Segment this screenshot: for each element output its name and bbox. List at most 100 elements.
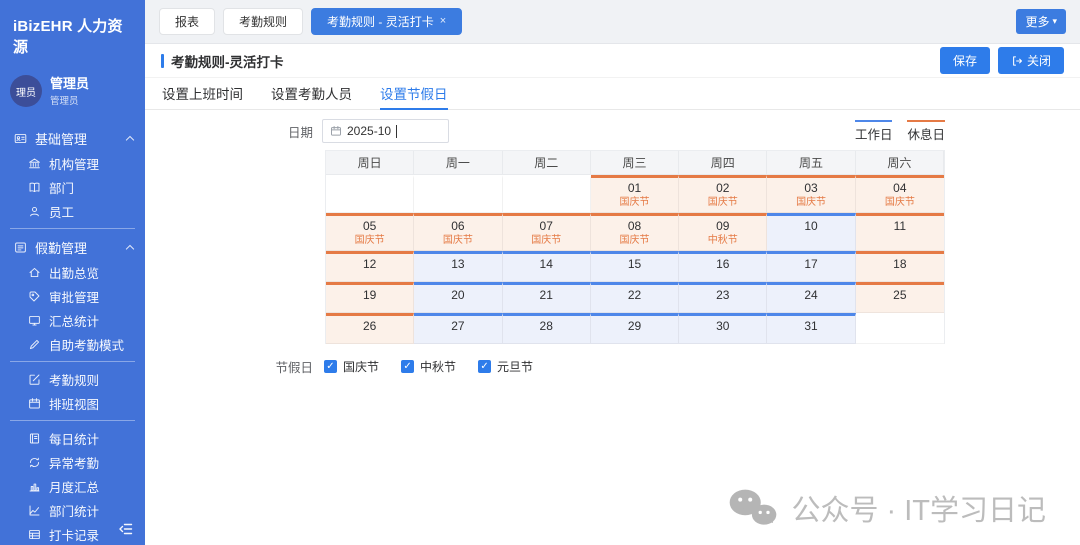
calendar-cell[interactable]: 11 [856, 213, 944, 251]
calendar-cell[interactable]: 14 [503, 251, 591, 282]
main-area: 报表 考勤规则考勤规则 - 灵活打卡× 更多 ▾ 考勤规则-灵活打卡 保存 关闭 [145, 0, 1080, 545]
sidebar-group-0[interactable]: 基础管理 [0, 125, 145, 151]
window-tabstrip: 报表 考勤规则考勤规则 - 灵活打卡× 更多 ▾ [145, 0, 1080, 44]
sidebar-item-15[interactable]: 异常考勤 [0, 450, 145, 474]
watermark: 公众号 · IT学习日记 [727, 487, 1046, 529]
detail-header: 考勤规则-灵活打卡 保存 关闭 [145, 44, 1080, 78]
calendar-cell[interactable]: 20 [414, 282, 502, 313]
calendar-cell[interactable]: 30 [679, 313, 767, 344]
sidebar-item-7[interactable]: 审批管理 [0, 284, 145, 308]
window-tab-1[interactable]: 考勤规则 [223, 8, 303, 35]
calendar-cell[interactable]: 24 [767, 282, 855, 313]
calendar-cell[interactable]: 29 [591, 313, 679, 344]
checkbox-icon[interactable]: ✓ [324, 360, 337, 373]
day-number: 24 [804, 289, 817, 302]
calendar-cell[interactable]: 04国庆节 [856, 175, 944, 213]
holiday-calendar: 周日周一周二周三周四周五周六01国庆节02国庆节03国庆节04国庆节05国庆节0… [325, 150, 945, 344]
sidebar-item-1[interactable]: 机构管理 [0, 151, 145, 175]
sidebar-item-12[interactable]: 排班视图 [0, 391, 145, 415]
sidebar-item-17[interactable]: 部门统计 [0, 498, 145, 522]
sidebar-divider [10, 361, 135, 362]
calendar-cell[interactable]: 26 [326, 313, 414, 344]
calendar-cell[interactable]: 15 [591, 251, 679, 282]
day-number: 15 [628, 258, 641, 271]
detail-tab-0[interactable]: 设置上班时间 [162, 78, 243, 110]
calendar-cell[interactable]: 25 [856, 282, 944, 313]
holiday-checkbox[interactable]: ✓元旦节 [478, 358, 533, 375]
calendar-cell[interactable]: 16 [679, 251, 767, 282]
close-button[interactable]: 关闭 [998, 47, 1064, 74]
legend-workday[interactable]: 工作日 [855, 120, 893, 143]
calendar-cell[interactable]: 13 [414, 251, 502, 282]
window-tab-0[interactable]: 报表 [159, 8, 215, 35]
window-tab-2[interactable]: 考勤规则 - 灵活打卡× [311, 8, 462, 35]
tag-icon [28, 290, 41, 303]
sidebar-label: 汇总统计 [49, 311, 99, 330]
calendar-cell[interactable]: 01国庆节 [591, 175, 679, 213]
checkbox-icon[interactable]: ✓ [401, 360, 414, 373]
day-number: 11 [894, 220, 906, 233]
calendar-cell[interactable]: 18 [856, 251, 944, 282]
sidebar-label: 月度汇总 [49, 477, 99, 496]
holiday-checkbox-label: 中秋节 [420, 358, 456, 375]
detail-tab-1[interactable]: 设置考勤人员 [271, 78, 352, 110]
sidebar-item-16[interactable]: 月度汇总 [0, 474, 145, 498]
calendar-cell[interactable]: 05国庆节 [326, 213, 414, 251]
window-tabs: 报表 考勤规则考勤规则 - 灵活打卡× [159, 8, 462, 35]
calendar-cell [856, 313, 944, 344]
sidebar-divider [10, 420, 135, 421]
header-actions: 保存 关闭 [940, 47, 1064, 74]
calendar-cell[interactable]: 21 [503, 282, 591, 313]
calendar-cell [503, 175, 591, 213]
sidebar-group-5[interactable]: 假勤管理 [0, 234, 145, 260]
holiday-checkbox[interactable]: ✓国庆节 [324, 358, 379, 375]
sidebar-item-14[interactable]: 每日统计 [0, 426, 145, 450]
sidebar-item-3[interactable]: 员工 [0, 199, 145, 223]
calendar-cell[interactable]: 22 [591, 282, 679, 313]
day-number: 12 [363, 258, 376, 271]
calendar-cell[interactable]: 31 [767, 313, 855, 344]
checkbox-icon[interactable]: ✓ [478, 360, 491, 373]
save-button[interactable]: 保存 [940, 47, 990, 74]
detail-tab-2[interactable]: 设置节假日 [380, 78, 448, 110]
sidebar-item-11[interactable]: 考勤规则 [0, 367, 145, 391]
app-root: iBizEHR 人力资源 理员 管理员 管理员 基础管理机构管理部门员工假勤管理… [0, 0, 1080, 545]
sidebar-item-8[interactable]: 汇总统计 [0, 308, 145, 332]
sidebar-collapse-icon[interactable] [118, 521, 136, 539]
user-role: 管理员 [50, 93, 89, 107]
legend-restday[interactable]: 休息日 [907, 120, 945, 143]
calendar-cell[interactable]: 12 [326, 251, 414, 282]
calendar-cell[interactable]: 27 [414, 313, 502, 344]
calendar-cell[interactable]: 09中秋节 [679, 213, 767, 251]
sidebar-item-6[interactable]: 出勤总览 [0, 260, 145, 284]
sidebar-item-9[interactable]: 自助考勤模式 [0, 332, 145, 356]
holiday-name: 国庆节 [796, 197, 826, 208]
date-input[interactable]: 2025-10 [322, 119, 449, 143]
date-label: 日期 [145, 122, 313, 141]
calendar-cell[interactable]: 17 [767, 251, 855, 282]
calendar-cell[interactable]: 02国庆节 [679, 175, 767, 213]
window-tab-label: 报表 [175, 13, 199, 30]
daytype-legend: 工作日休息日 [855, 120, 945, 143]
user-profile[interactable]: 理员 管理员 管理员 [0, 61, 145, 111]
sidebar-label: 考勤规则 [49, 370, 99, 389]
sync-icon [28, 456, 41, 469]
logout-icon [1011, 55, 1023, 67]
sidebar-item-2[interactable]: 部门 [0, 175, 145, 199]
day-number: 23 [716, 289, 729, 302]
calendar-cell[interactable]: 06国庆节 [414, 213, 502, 251]
date-value: 2025-10 [347, 124, 391, 138]
calendar-cell[interactable]: 08国庆节 [591, 213, 679, 251]
calendar-cell[interactable]: 28 [503, 313, 591, 344]
calendar-cell[interactable]: 07国庆节 [503, 213, 591, 251]
calendar-cell[interactable]: 10 [767, 213, 855, 251]
user-name: 管理员 [50, 76, 89, 91]
close-icon[interactable]: × [440, 16, 446, 27]
weekday-header: 周二 [503, 151, 591, 175]
calendar-cell[interactable]: 19 [326, 282, 414, 313]
more-button[interactable]: 更多 ▾ [1016, 9, 1066, 34]
calendar-cell[interactable]: 23 [679, 282, 767, 313]
calendar-cell[interactable]: 03国庆节 [767, 175, 855, 213]
holiday-checkbox[interactable]: ✓ 中秋节 [401, 358, 456, 375]
more-label: 更多 [1025, 13, 1049, 30]
